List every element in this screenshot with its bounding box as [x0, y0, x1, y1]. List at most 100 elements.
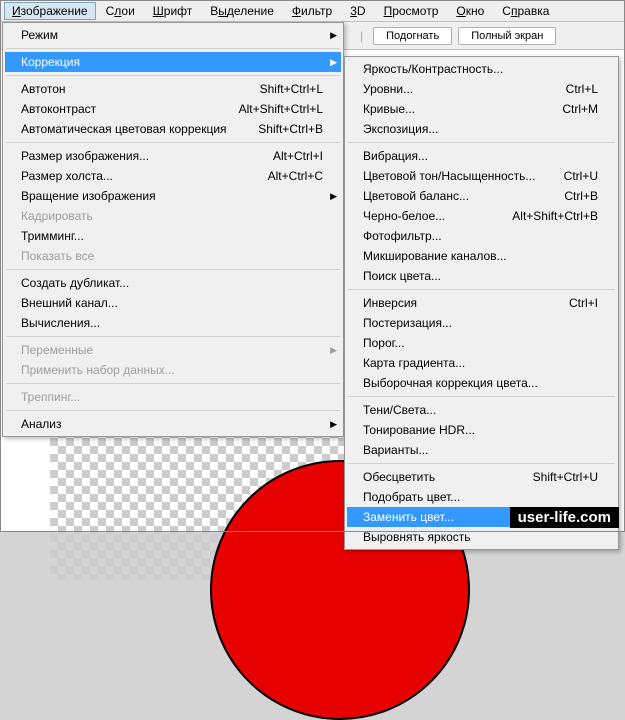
menubar-item-1[interactable]: Слои: [98, 2, 143, 20]
menubar-item-3[interactable]: Выделение: [202, 2, 282, 20]
adjustments-submenu: Яркость/Контрастность... Уровни... Ctrl+L К…: [344, 56, 619, 550]
menu-item-label: Анализ: [21, 417, 323, 431]
adjustments-item-7[interactable]: Цветовой баланс... Ctrl+B: [347, 186, 616, 206]
menu-item-shortcut: Shift+Ctrl+U: [533, 470, 598, 484]
image-menu-item-17[interactable]: Вычисления...: [5, 313, 341, 333]
menu-item-label: Инверсия: [363, 296, 545, 310]
menu-item-label: Поиск цвета...: [363, 269, 598, 283]
menu-item-label: Размер изображения...: [21, 149, 249, 163]
menu-item-label: Фотофильтр...: [363, 229, 598, 243]
adjustments-item-19[interactable]: Тени/Света...: [347, 400, 616, 420]
menu-item-label: Показать все: [21, 249, 323, 263]
menubar-item-5[interactable]: 3D: [342, 2, 373, 20]
menu-item-label: Кривые...: [363, 102, 538, 116]
menu-item-label: Карта градиента...: [363, 356, 598, 370]
menu-item-label: Яркость/Контрастность...: [363, 62, 598, 76]
adjustments-item-8[interactable]: Черно-белое...Alt+Shift+Ctrl+B: [347, 206, 616, 226]
adjustments-item-3[interactable]: Экспозиция...: [347, 119, 616, 139]
menu-item-shortcut: Alt+Shift+Ctrl+B: [512, 209, 598, 223]
menubar-item-2[interactable]: Шрифт: [145, 2, 200, 20]
adjustments-item-1[interactable]: Уровни... Ctrl+L: [347, 79, 616, 99]
image-menu-separator: [6, 269, 340, 270]
image-menu-item-4[interactable]: Автотон Shift+Ctrl+L: [5, 79, 341, 99]
adjustments-separator: [348, 396, 615, 397]
adjustments-item-6[interactable]: Цветовой тон/Насыщенность...Ctrl+U: [347, 166, 616, 186]
menu-item-label: Создать дубликат...: [21, 276, 323, 290]
menubar-item-8[interactable]: Справка: [494, 2, 557, 20]
fullscreen-button[interactable]: Полный экран: [458, 27, 556, 45]
menu-item-label: Цветовой баланс...: [363, 189, 540, 203]
adjustments-item-11[interactable]: Поиск цвета...: [347, 266, 616, 286]
menu-item-shortcut: Shift+Ctrl+L: [260, 82, 323, 96]
image-menu-item-24[interactable]: Анализ▶: [5, 414, 341, 434]
adjustments-separator: [348, 142, 615, 143]
adjustments-item-2[interactable]: Кривые...Ctrl+M: [347, 99, 616, 119]
menu-item-shortcut: Ctrl+B: [564, 189, 598, 203]
image-menu-separator: [6, 383, 340, 384]
image-menu-item-10[interactable]: Вращение изображения▶: [5, 186, 341, 206]
image-menu-item-6[interactable]: Автоматическая цветовая коррекция Shift+C…: [5, 119, 341, 139]
menu-item-label: Применить набор данных...: [21, 363, 323, 377]
menubar-item-6[interactable]: Просмотр: [376, 2, 447, 20]
menu-item-label: Постеризация...: [363, 316, 598, 330]
image-menu-item-5[interactable]: АвтоконтрастAlt+Shift+Ctrl+L: [5, 99, 341, 119]
menu-item-label: Автотон: [21, 82, 236, 96]
menu-item-label: Переменные: [21, 343, 323, 357]
image-menu-separator: [6, 336, 340, 337]
submenu-arrow-icon: ▶: [330, 30, 337, 41]
menubar-item-7[interactable]: Окно: [448, 2, 492, 20]
adjustments-item-26[interactable]: Выровнять яркость: [347, 527, 616, 547]
image-menu-item-12[interactable]: Тримминг...: [5, 226, 341, 246]
image-menu-item-15[interactable]: Создать дубликат...: [5, 273, 341, 293]
image-menu-item-22: Треппинг...: [5, 387, 341, 407]
adjustments-item-21[interactable]: Варианты...: [347, 440, 616, 460]
menu-item-label: Выровнять яркость: [363, 530, 598, 544]
submenu-arrow-icon: ▶: [330, 57, 337, 68]
adjustments-item-0[interactable]: Яркость/Контрастность...: [347, 59, 616, 79]
adjustments-item-10[interactable]: Микширование каналов...: [347, 246, 616, 266]
image-menu-item-20: Применить набор данных...: [5, 360, 341, 380]
adjustments-item-14[interactable]: Постеризация...: [347, 313, 616, 333]
menu-item-shortcut: Ctrl+L: [566, 82, 598, 96]
image-menu-separator: [6, 48, 340, 49]
adjustments-item-13[interactable]: Инверсия Ctrl+I: [347, 293, 616, 313]
menu-item-label: Тонирование HDR...: [363, 423, 598, 437]
image-menu-item-2[interactable]: Коррекция▶: [5, 52, 341, 72]
adjustments-item-20[interactable]: Тонирование HDR...: [347, 420, 616, 440]
menu-item-shortcut: Alt+Ctrl+I: [273, 149, 323, 163]
menu-item-shortcut: Shift+Ctrl+B: [258, 122, 323, 136]
adjustments-item-16[interactable]: Карта градиента...: [347, 353, 616, 373]
menubar-item-4[interactable]: Фильтр: [284, 2, 340, 20]
menu-item-label: Подобрать цвет...: [363, 490, 598, 504]
image-menu-item-0[interactable]: Режим▶: [5, 25, 341, 45]
adjustments-separator: [348, 289, 615, 290]
image-menu-item-13: Показать все: [5, 246, 341, 266]
adjustments-item-5[interactable]: Вибрация...: [347, 146, 616, 166]
adjustments-item-17[interactable]: Выборочная коррекция цвета...: [347, 373, 616, 393]
image-menu-item-9[interactable]: Размер холста...Alt+Ctrl+C: [5, 166, 341, 186]
menu-item-label: Автоконтраст: [21, 102, 215, 116]
menu-item-shortcut: Ctrl+I: [569, 296, 598, 310]
fit-button[interactable]: Подогнать: [373, 27, 452, 45]
adjustments-item-15[interactable]: Порог...: [347, 333, 616, 353]
image-menu-item-16[interactable]: Внешний канал...: [5, 293, 341, 313]
menu-item-label: Уровни...: [363, 82, 542, 96]
menubar-item-0[interactable]: Изображение: [4, 2, 96, 20]
menu-item-label: Вращение изображения: [21, 189, 323, 203]
image-menu-separator: [6, 142, 340, 143]
image-menu-item-11: Кадрировать: [5, 206, 341, 226]
image-menu-separator: [6, 75, 340, 76]
menu-item-label: Автоматическая цветовая коррекция: [21, 122, 234, 136]
menu-item-label: Обесцветить: [363, 470, 509, 484]
menu-item-label: Вибрация...: [363, 149, 598, 163]
image-menu-item-19: Переменные ▶: [5, 340, 341, 360]
menu-item-label: Кадрировать: [21, 209, 323, 223]
menu-item-shortcut: Alt+Ctrl+C: [268, 169, 323, 183]
adjustments-item-9[interactable]: Фотофильтр...: [347, 226, 616, 246]
image-menu-item-8[interactable]: Размер изображения... Alt+Ctrl+I: [5, 146, 341, 166]
adjustments-item-24[interactable]: Подобрать цвет...: [347, 487, 616, 507]
submenu-arrow-icon: ▶: [330, 345, 337, 356]
adjustments-item-23[interactable]: Обесцветить Shift+Ctrl+U: [347, 467, 616, 487]
menu-item-label: Экспозиция...: [363, 122, 598, 136]
image-menu-separator: [6, 410, 340, 411]
